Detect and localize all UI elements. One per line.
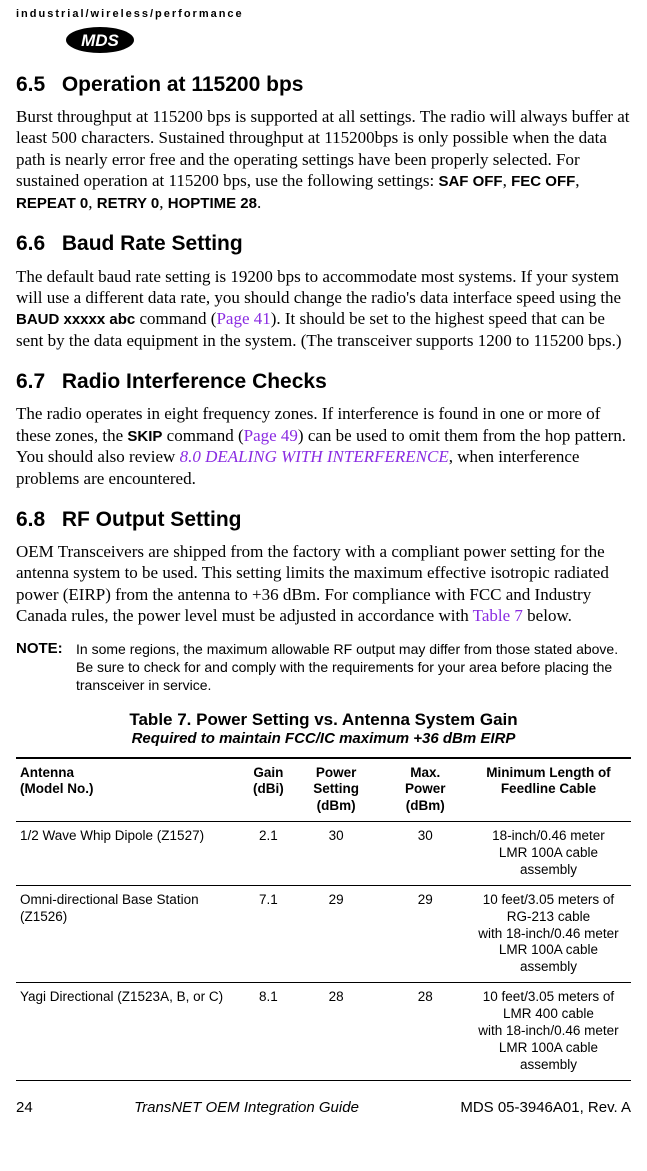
- table-row: Yagi Directional (Z1523A, B, or C) 8.1 2…: [16, 983, 631, 1080]
- section-6-5-body: Burst throughput at 115200 bps is suppor…: [16, 106, 631, 213]
- cell-power-setting: 29: [288, 885, 385, 982]
- page-footer: 24 TransNET OEM Integration Guide MDS 05…: [16, 1099, 631, 1118]
- section-title: Operation at 115200 bps: [62, 73, 304, 96]
- link-page-49[interactable]: Page 49: [244, 426, 298, 445]
- cmd-retry-0: RETRY 0: [97, 195, 160, 212]
- col-antenna: Antenna(Model No.): [16, 758, 249, 822]
- section-6-7-body: The radio operates in eight frequency zo…: [16, 403, 631, 489]
- table-header-row: Antenna(Model No.) Gain(dBi) Power Setti…: [16, 758, 631, 822]
- body-text: command (: [162, 426, 243, 445]
- col-min-feedline: Minimum Length ofFeedline Cable: [466, 758, 631, 822]
- link-table-7[interactable]: Table 7: [473, 606, 523, 625]
- mds-logo: MDS: [64, 26, 631, 54]
- cell-feedline: 10 feet/3.05 meters ofLMR 400 cablewith …: [466, 983, 631, 1080]
- cell-power-setting: 30: [288, 822, 385, 886]
- cell-antenna: Omni-directional Base Station (Z1526): [16, 885, 249, 982]
- link-page-41[interactable]: Page 41: [216, 309, 270, 328]
- cell-max-power: 29: [385, 885, 466, 982]
- section-title: Radio Interference Checks: [62, 370, 327, 393]
- section-num: 6.7: [16, 369, 56, 395]
- footer-docnum: MDS 05-3946A01, Rev. A: [460, 1099, 631, 1118]
- cell-feedline: 18-inch/0.46 meterLMR 100A cable assembl…: [466, 822, 631, 886]
- section-6-6-body: The default baud rate setting is 19200 b…: [16, 266, 631, 352]
- col-gain: Gain(dBi): [249, 758, 288, 822]
- cell-feedline: 10 feet/3.05 meters ofRG-213 cablewith 1…: [466, 885, 631, 982]
- cmd-skip: SKIP: [127, 428, 162, 445]
- cell-antenna: 1/2 Wave Whip Dipole (Z1527): [16, 822, 249, 886]
- cell-antenna: Yagi Directional (Z1523A, B, or C): [16, 983, 249, 1080]
- cmd-repeat-0: REPEAT 0: [16, 195, 88, 212]
- section-6-6-heading: 6.6 Baud Rate Setting: [16, 231, 631, 257]
- cell-gain: 2.1: [249, 822, 288, 886]
- body-text: The default baud rate setting is 19200 b…: [16, 267, 621, 307]
- body-text: command (: [135, 309, 216, 328]
- table-7-title: Table 7. Power Setting vs. Antenna Syste…: [16, 709, 631, 730]
- col-max-power: Max. Power(dBm): [385, 758, 466, 822]
- col-power-setting: Power Setting(dBm): [288, 758, 385, 822]
- section-num: 6.8: [16, 507, 56, 533]
- cell-max-power: 28: [385, 983, 466, 1080]
- link-section-8-0[interactable]: 8.0 DEALING WITH INTERFERENCE: [180, 447, 449, 466]
- table-7: Antenna(Model No.) Gain(dBi) Power Setti…: [16, 757, 631, 1081]
- note-label: NOTE:: [16, 640, 76, 695]
- section-title: Baud Rate Setting: [62, 232, 243, 255]
- cell-gain: 7.1: [249, 885, 288, 982]
- note-block: NOTE: In some regions, the maximum allow…: [16, 640, 631, 695]
- section-title: RF Output Setting: [62, 508, 242, 531]
- section-6-8-heading: 6.8 RF Output Setting: [16, 507, 631, 533]
- cmd-baud: BAUD xxxxx abc: [16, 311, 135, 328]
- cell-gain: 8.1: [249, 983, 288, 1080]
- logo-text: MDS: [81, 31, 119, 50]
- section-num: 6.6: [16, 231, 56, 257]
- section-num: 6.5: [16, 72, 56, 98]
- cmd-saf-off: SAF OFF: [438, 173, 502, 190]
- page-number: 24: [16, 1099, 33, 1118]
- section-6-7-heading: 6.7 Radio Interference Checks: [16, 369, 631, 395]
- table-row: Omni-directional Base Station (Z1526) 7.…: [16, 885, 631, 982]
- table-7-subtitle: Required to maintain FCC/IC maximum +36 …: [16, 730, 631, 749]
- section-6-5-heading: 6.5 Operation at 115200 bps: [16, 72, 631, 98]
- note-text: In some regions, the maximum allowable R…: [76, 640, 631, 695]
- footer-doc-title: TransNET OEM Integration Guide: [134, 1099, 359, 1118]
- cmd-hoptime-28: HOPTIME 28: [168, 195, 257, 212]
- section-6-8-body: OEM Transceivers are shipped from the fa…: [16, 541, 631, 626]
- table-row: 1/2 Wave Whip Dipole (Z1527) 2.1 30 30 1…: [16, 822, 631, 886]
- body-text: below.: [523, 606, 572, 625]
- cell-power-setting: 28: [288, 983, 385, 1080]
- cmd-fec-off: FEC OFF: [511, 173, 575, 190]
- page-content: industrial/wireless/performance MDS 6.5 …: [0, 0, 647, 1137]
- header-tagline: industrial/wireless/performance: [16, 8, 631, 22]
- cell-max-power: 30: [385, 822, 466, 886]
